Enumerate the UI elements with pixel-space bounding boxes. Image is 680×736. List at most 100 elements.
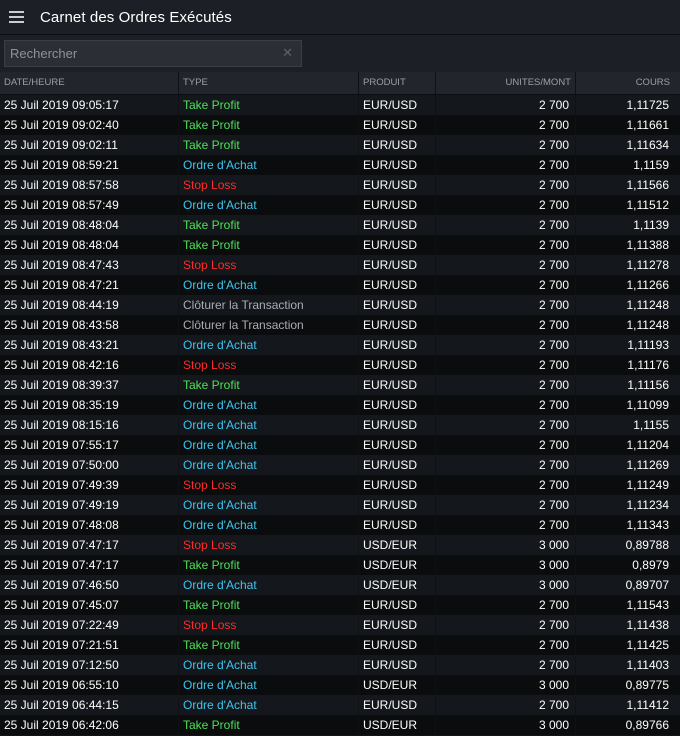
cell-date: 25 Juil 2019 06:44:15 (0, 695, 179, 715)
table-row[interactable]: 25 Juil 2019 07:21:51 Take Profit EUR/USD 2… (0, 635, 680, 655)
hamburger-menu-icon[interactable] (1, 0, 31, 34)
cell-cours: 0,89766 (625, 718, 669, 732)
cell-cours: 1,11512 (626, 198, 670, 212)
cell-date: 25 Juil 2019 08:15:16 (0, 415, 179, 435)
cell-date: 25 Juil 2019 08:57:58 (0, 175, 179, 195)
cell-date: 25 Juil 2019 09:02:11 (0, 135, 179, 155)
table-row[interactable]: 25 Juil 2019 07:22:49 Stop Loss EUR/USD 2 7… (0, 615, 680, 635)
cell-type: Ordre d'Achat (179, 655, 359, 675)
table-row[interactable]: 25 Juil 2019 09:05:17 Take Profit EUR/USD 2… (0, 95, 680, 115)
table-row[interactable]: 25 Juil 2019 07:47:17 Take Profit USD/EUR 3… (0, 555, 680, 575)
table-row[interactable]: 25 Juil 2019 08:43:21 Ordre d'Achat EUR/US… (0, 335, 680, 355)
cell-cours: 1,1139 (633, 218, 669, 232)
search-input[interactable] (5, 41, 275, 66)
column-header-cours[interactable]: COURS (576, 72, 680, 94)
table-row[interactable]: 25 Juil 2019 08:44:19 Clôturer la Transac… (0, 295, 680, 315)
cell-cours: 0,89788 (625, 538, 669, 552)
cell-type: Ordre d'Achat (179, 575, 359, 595)
column-header-product[interactable]: PRODUIT (359, 72, 436, 94)
cell-cours: 1,11566 (626, 178, 670, 192)
cell-units: 2 700 (436, 155, 576, 175)
cell-units: 2 700 (436, 355, 576, 375)
table-row[interactable]: 25 Juil 2019 07:49:39 Stop Loss EUR/USD 2 7… (0, 475, 680, 495)
cell-type: Take Profit (179, 215, 359, 235)
cell-product: EUR/USD (359, 255, 436, 275)
table-row[interactable]: 25 Juil 2019 08:35:19 Ordre d'Achat EUR/US… (0, 395, 680, 415)
table-row[interactable]: 25 Juil 2019 08:15:16 Ordre d'Achat EUR/US… (0, 415, 680, 435)
cell-type: Take Profit (179, 595, 359, 615)
cell-cours: 1,11634 (626, 138, 670, 152)
cell-cours: 1,11249 (626, 478, 670, 492)
cell-cours: 1,11248 (626, 298, 670, 312)
table-row[interactable]: 25 Juil 2019 06:44:15 Ordre d'Achat EUR/US… (0, 695, 680, 715)
cell-units: 2 700 (436, 135, 576, 155)
table-row[interactable]: 25 Juil 2019 07:48:08 Ordre d'Achat EUR/US… (0, 515, 680, 535)
cell-cours: 1,11176 (627, 358, 669, 372)
cell-cours: 1,11269 (626, 458, 670, 472)
cell-type: Ordre d'Achat (179, 675, 359, 695)
table-row[interactable]: 25 Juil 2019 09:02:40 Take Profit EUR/USD 2… (0, 115, 680, 135)
cell-product: EUR/USD (359, 115, 436, 135)
column-header-units[interactable]: UNITES/MONT (436, 72, 576, 94)
cell-units: 2 700 (436, 615, 576, 635)
cell-date: 25 Juil 2019 08:42:16 (0, 355, 179, 375)
cell-product: USD/EUR (359, 575, 436, 595)
table-row[interactable]: 25 Juil 2019 08:42:16 Stop Loss EUR/USD 2 7… (0, 355, 680, 375)
table-row[interactable]: 25 Juil 2019 08:57:58 Stop Loss EUR/USD 2 7… (0, 175, 680, 195)
table-row[interactable]: 25 Juil 2019 07:46:50 Ordre d'Achat USD/EU… (0, 575, 680, 595)
cell-type: Clôturer la Transaction (179, 295, 359, 315)
cell-units: 2 700 (436, 315, 576, 335)
table-row[interactable]: 25 Juil 2019 07:55:17 Ordre d'Achat EUR/US… (0, 435, 680, 455)
cell-date: 25 Juil 2019 07:46:50 (0, 575, 179, 595)
cell-units: 2 700 (436, 255, 576, 275)
table-row[interactable]: 25 Juil 2019 08:39:37 Take Profit EUR/USD 2… (0, 375, 680, 395)
table-row[interactable]: 25 Juil 2019 08:43:58 Clôturer la Transac… (0, 315, 680, 335)
table-row[interactable]: 25 Juil 2019 08:47:21 Ordre d'Achat EUR/US… (0, 275, 680, 295)
column-header-type[interactable]: TYPE (179, 72, 359, 94)
cell-type: Take Profit (179, 375, 359, 395)
table-row[interactable]: 25 Juil 2019 06:42:06 Take Profit USD/EUR 3… (0, 715, 680, 735)
table-row[interactable]: 25 Juil 2019 09:02:11 Take Profit EUR/USD 2… (0, 135, 680, 155)
cell-date: 25 Juil 2019 07:50:00 (0, 455, 179, 475)
close-icon[interactable]: ✕ (282, 46, 293, 60)
cell-type: Stop Loss (179, 355, 359, 375)
cell-date: 25 Juil 2019 07:49:39 (0, 475, 179, 495)
cell-cours: 1,11403 (626, 658, 670, 672)
table-row[interactable]: 25 Juil 2019 08:47:43 Stop Loss EUR/USD 2 7… (0, 255, 680, 275)
cell-type: Ordre d'Achat (179, 455, 359, 475)
cell-product: EUR/USD (359, 155, 436, 175)
table-row[interactable]: 25 Juil 2019 08:48:04 Take Profit EUR/USD 2… (0, 215, 680, 235)
cell-product: EUR/USD (359, 215, 436, 235)
table-row[interactable]: 25 Juil 2019 08:57:49 Ordre d'Achat EUR/US… (0, 195, 680, 215)
cell-type: Take Profit (179, 555, 359, 575)
table-row[interactable]: 25 Juil 2019 07:47:17 Stop Loss USD/EUR 3 0… (0, 535, 680, 555)
cell-cours: 1,11425 (626, 638, 670, 652)
cell-date: 25 Juil 2019 09:05:17 (0, 95, 179, 115)
cell-type: Ordre d'Achat (179, 435, 359, 455)
cell-units: 2 700 (436, 375, 576, 395)
cell-cours: 0,89707 (625, 578, 669, 592)
table-row[interactable]: 25 Juil 2019 07:50:00 Ordre d'Achat EUR/US… (0, 455, 680, 475)
cell-units: 3 000 (436, 555, 576, 575)
cell-type: Take Profit (179, 635, 359, 655)
cell-type: Ordre d'Achat (179, 195, 359, 215)
cell-cours: 1,11725 (626, 98, 670, 112)
cell-cours: 1,11438 (626, 618, 670, 632)
table-row[interactable]: 25 Juil 2019 08:48:04 Take Profit EUR/USD 2… (0, 235, 680, 255)
page-title: Carnet des Ordres Exécutés (40, 8, 232, 26)
cell-type: Ordre d'Achat (179, 495, 359, 515)
cell-units: 3 000 (436, 715, 576, 735)
cell-type: Stop Loss (179, 175, 359, 195)
cell-type: Clôturer la Transaction (179, 315, 359, 335)
cell-product: USD/EUR (359, 715, 436, 735)
table-row[interactable]: 25 Juil 2019 06:55:10 Ordre d'Achat USD/EU… (0, 675, 680, 695)
table-row[interactable]: 25 Juil 2019 07:49:19 Ordre d'Achat EUR/US… (0, 495, 680, 515)
table-row[interactable]: 25 Juil 2019 08:59:21 Ordre d'Achat EUR/US… (0, 155, 680, 175)
cell-cours: 1,11388 (626, 238, 670, 252)
table-row[interactable]: 25 Juil 2019 07:45:07 Take Profit EUR/USD 2… (0, 595, 680, 615)
column-header-date[interactable]: DATE/HEURE (0, 72, 179, 94)
cell-type: Ordre d'Achat (179, 415, 359, 435)
cell-product: EUR/USD (359, 395, 436, 415)
table-row[interactable]: 25 Juil 2019 07:12:50 Ordre d'Achat EUR/US… (0, 655, 680, 675)
cell-product: EUR/USD (359, 455, 436, 475)
